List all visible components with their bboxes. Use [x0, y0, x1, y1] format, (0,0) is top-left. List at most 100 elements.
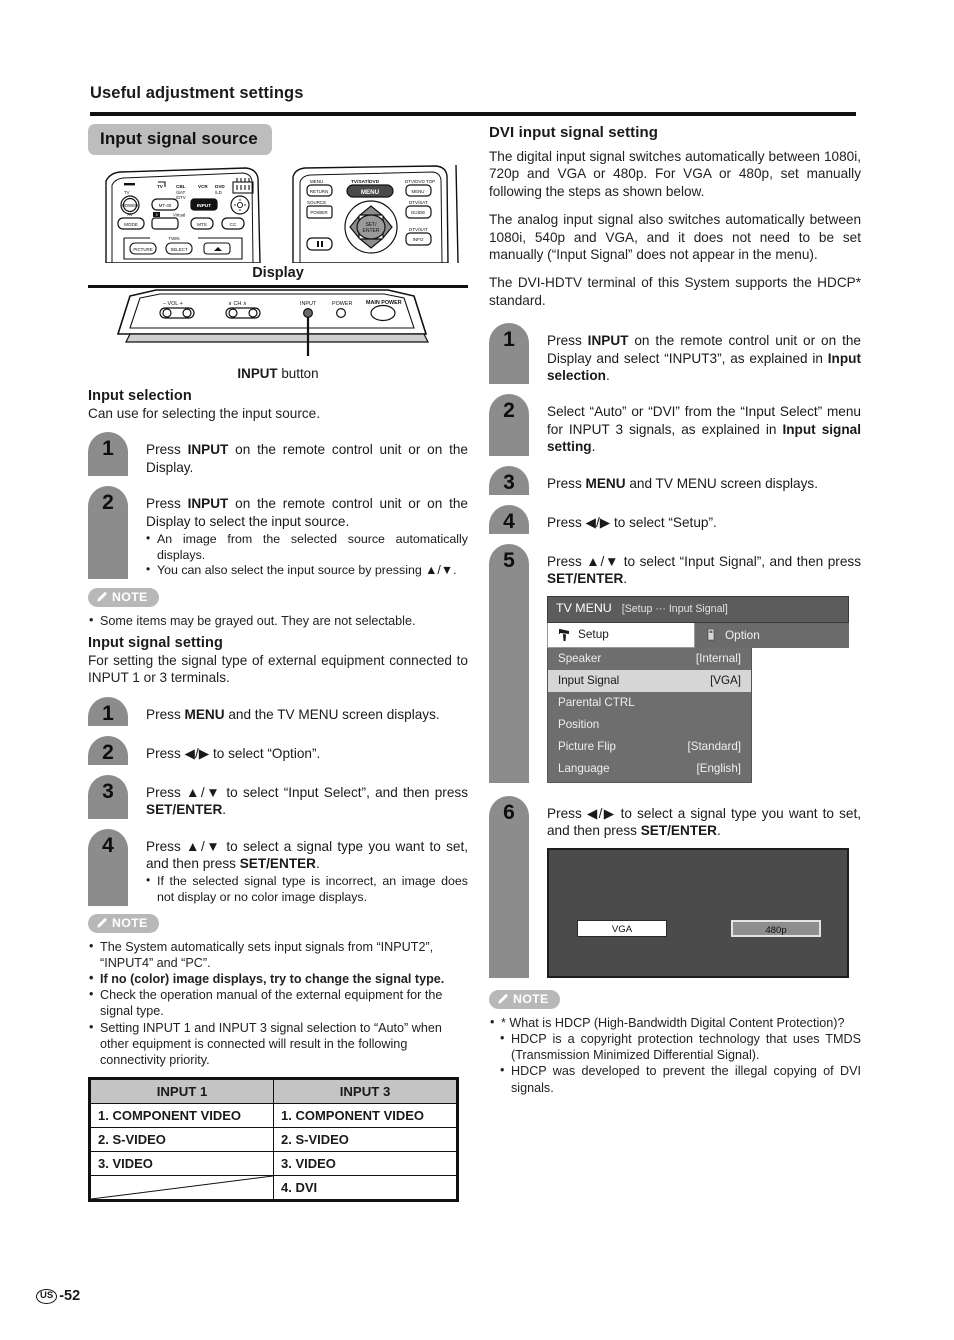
- note-list: Some items may be grayed out. They are n…: [88, 612, 468, 629]
- svg-text:MT-40: MT-40: [159, 203, 172, 208]
- svg-text:VCR: VCR: [198, 184, 208, 189]
- step-row: 3 Press MENU and TV MENU screen displays…: [489, 465, 861, 495]
- svg-text:Virtual: Virtual: [173, 213, 185, 218]
- step-text-pre: Press: [146, 706, 185, 722]
- svg-text:DTV/SAT: DTV/SAT: [409, 227, 428, 232]
- step-text-pre: Press: [146, 442, 188, 458]
- setup-icon: [558, 628, 571, 642]
- menu-item-position[interactable]: Position: [548, 714, 751, 736]
- step-text-pre: Press: [547, 475, 586, 491]
- svg-text:ENTER: ENTER: [363, 228, 380, 234]
- step-number-badge: 6: [489, 795, 529, 978]
- svg-text:SELECT: SELECT: [170, 247, 187, 252]
- left-column: Input signal source TV TV CBL /SAT /DTV: [88, 124, 468, 1203]
- input-button-caption-bold: INPUT: [237, 366, 278, 381]
- note-list: The System automatically sets input sign…: [88, 938, 468, 1069]
- svg-text:DVD: DVD: [215, 184, 225, 189]
- svg-text:/DTV: /DTV: [176, 195, 186, 200]
- svg-text:INPUT: INPUT: [300, 301, 317, 307]
- svg-text:GUIDE: GUIDE: [411, 210, 426, 215]
- menu-item-picture-flip[interactable]: Picture Flip [Standard]: [548, 736, 751, 758]
- step-text: Press ▲/▼ to select a signal type you wa…: [128, 829, 468, 906]
- menu-item-label: Picture Flip: [558, 739, 616, 753]
- svg-text:CBL: CBL: [176, 184, 186, 189]
- svg-text:DTV/DVD TOP: DTV/DVD TOP: [405, 179, 435, 184]
- step-text-bold: MENU: [184, 706, 225, 722]
- remote-control-diagrams: TV TV CBL /SAT /DTV VCR DVD /LD POWER MT…: [88, 163, 468, 264]
- menu-item-language[interactable]: Language [English]: [548, 758, 751, 780]
- menu-item-value: [VGA]: [710, 673, 741, 687]
- input-signal-setting-heading: Input signal setting: [88, 635, 223, 652]
- note-tag-label: NOTE: [513, 991, 549, 1006]
- tab-option[interactable]: Option: [695, 622, 849, 648]
- step-text-bold: SET/ENTER: [239, 856, 317, 872]
- step-text-bold: INPUT: [187, 496, 229, 512]
- table-row: 4. DVI: [89, 1175, 458, 1202]
- step-number-badge: 2: [489, 394, 529, 456]
- signal-option-vga[interactable]: VGA: [577, 919, 667, 937]
- pencil-icon: [497, 993, 509, 1005]
- menu-item-label: Input Signal: [558, 673, 620, 687]
- note-item: Check the operation manual of the extern…: [88, 986, 468, 1019]
- table-cell: 2. S-VIDEO: [273, 1127, 458, 1153]
- step-text: Press ▲/▼ to select “Input Select”, and …: [128, 775, 468, 819]
- step-text-pre: Press: [547, 333, 588, 349]
- menu-item-speaker[interactable]: Speaker [Internal]: [548, 648, 751, 670]
- svg-text:TV/SAT/DVD: TV/SAT/DVD: [351, 179, 380, 185]
- step-text: Press ◀/▶ to select “Option”.: [128, 736, 468, 765]
- note-subitem: HDCP is a copyright protection technolog…: [499, 1030, 861, 1063]
- step-text: Press ▲/▼ to select “Input Signal”, and …: [529, 544, 861, 783]
- step-text-pre: Press ◀/▶ to select “Option”.: [146, 745, 321, 761]
- svg-text:TV: TV: [124, 190, 130, 195]
- svg-text:– VOL +: – VOL +: [163, 301, 183, 307]
- tab-option-label: Option: [725, 627, 760, 642]
- svg-text:MENU: MENU: [361, 189, 380, 196]
- input-signal-setting-intro: For setting the signal type of external …: [88, 653, 468, 686]
- step-number-badge: 4: [88, 828, 128, 906]
- svg-text:POWER: POWER: [310, 210, 328, 215]
- step-text-bold: SET/ENTER: [146, 802, 223, 818]
- table-header-cell: INPUT 1: [89, 1078, 274, 1105]
- note-tag: NOTE: [88, 587, 159, 607]
- step-text: Press INPUT on the remote control unit o…: [529, 323, 861, 384]
- tv-menu-breadcrumb: [Setup ··· Input Signal]: [621, 602, 728, 615]
- signal-option-480p[interactable]: 480p: [731, 919, 821, 937]
- note-tag-label: NOTE: [112, 589, 148, 604]
- note-block: NOTE The System automatically sets input…: [88, 913, 468, 1069]
- step-row: 6 Press ◀/▶ to select a signal type you …: [489, 795, 861, 978]
- right-column: DVI input signal setting The digital inp…: [489, 124, 861, 1096]
- remotes-svg: TV TV CBL /SAT /DTV VCR DVD /LD POWER MT…: [105, 164, 459, 264]
- step-row: 2 Press INPUT on the remote control unit…: [88, 486, 468, 579]
- note-tag-label: NOTE: [112, 915, 148, 930]
- tv-menu-item-list: Speaker [Internal] Input Signal [VGA] Pa…: [547, 647, 752, 783]
- step-bullet: If the selected signal type is incorrect…: [146, 873, 468, 905]
- step-text-post: and the TV MENU screen displays.: [224, 706, 440, 722]
- note-subitem: HDCP was developed to prevent the illega…: [499, 1062, 861, 1095]
- table-cell: 4. DVI: [273, 1175, 458, 1202]
- option-icon: [705, 628, 718, 642]
- svg-text:MENU: MENU: [412, 189, 425, 194]
- step-text-bold: SET/ENTER: [547, 571, 624, 587]
- page-number: -52: [59, 1288, 81, 1304]
- step-number-badge: 1: [88, 696, 128, 726]
- note-item: * What is HDCP (High-Bandwidth Digital C…: [489, 1014, 861, 1031]
- svg-text:MENU: MENU: [310, 179, 323, 184]
- tv-menu-screenshot: TV MENU [Setup ··· Input Signal] Setup O…: [547, 595, 849, 783]
- tab-setup[interactable]: Setup: [547, 622, 695, 648]
- svg-text:MTS: MTS: [197, 222, 207, 227]
- note-sublist: HDCP is a copyright protection technolog…: [499, 1030, 861, 1096]
- note-tag: NOTE: [88, 913, 159, 933]
- table-cell: 3. VIDEO: [273, 1151, 458, 1177]
- step-number-badge: 5: [489, 543, 529, 783]
- step-text: Press MENU and the TV MENU screen displa…: [128, 697, 468, 726]
- note-tag: NOTE: [489, 989, 560, 1009]
- step-text-post2: .: [605, 368, 610, 384]
- tab-setup-label: Setup: [578, 627, 609, 642]
- menu-item-parental-ctrl[interactable]: Parental CTRL: [548, 692, 751, 714]
- menu-item-value: [English]: [696, 761, 741, 775]
- menu-item-input-signal[interactable]: Input Signal [VGA]: [548, 669, 751, 692]
- menu-item-label: Position: [558, 717, 600, 731]
- table-cell: 1. COMPONENT VIDEO: [89, 1103, 274, 1129]
- note-block: NOTE * What is HDCP (High-Bandwidth Digi…: [489, 989, 861, 1096]
- input-button-caption-rest: button: [277, 366, 319, 381]
